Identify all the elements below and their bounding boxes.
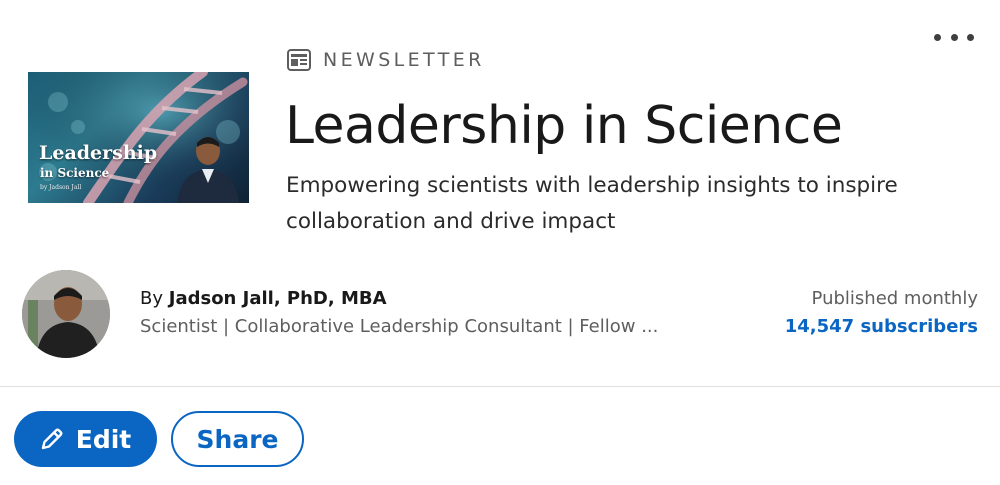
author-photo <box>22 270 110 358</box>
more-dot <box>950 33 958 41</box>
edit-button-label: Edit <box>75 424 132 454</box>
newsletter-header: Leadership in Science by Jadson Jall NEW… <box>0 0 1000 485</box>
cover-subtitle: in Science <box>40 166 110 180</box>
subscribers-link[interactable]: 14,547 subscribers <box>785 316 978 337</box>
more-options-icon[interactable] <box>934 27 974 47</box>
newsletter-kind-label: NEWSLETTER <box>323 49 485 71</box>
share-button[interactable]: Share <box>171 411 304 467</box>
avatar[interactable] <box>22 270 110 358</box>
cover-byline: by Jadson Jall <box>40 184 82 191</box>
newsletter-kind: NEWSLETTER <box>287 49 485 71</box>
newsletter-title: Leadership in Science <box>285 96 843 156</box>
author-name-link[interactable]: Jadson Jall, PhD, MBA <box>169 288 387 309</box>
pencil-icon <box>41 428 63 450</box>
cover-title: Leadership <box>39 142 158 164</box>
more-dot <box>967 33 974 41</box>
author-headline: Scientist | Collaborative Leadership Con… <box>140 316 659 337</box>
publish-frequency: Published monthly <box>811 288 978 309</box>
newsletter-cover-image[interactable]: Leadership in Science by Jadson Jall <box>28 72 249 203</box>
more-dot <box>934 33 941 41</box>
divider <box>0 386 1000 387</box>
author-line: By Jadson Jall, PhD, MBA <box>140 288 387 309</box>
cover-person-graphic <box>177 137 239 203</box>
newsletter-description: Empowering scientists with leadership in… <box>286 173 898 234</box>
newsletter-icon <box>287 49 311 71</box>
edit-button[interactable]: Edit <box>14 411 157 467</box>
author-prefix: By <box>140 288 164 309</box>
share-button-label: Share <box>196 424 279 454</box>
